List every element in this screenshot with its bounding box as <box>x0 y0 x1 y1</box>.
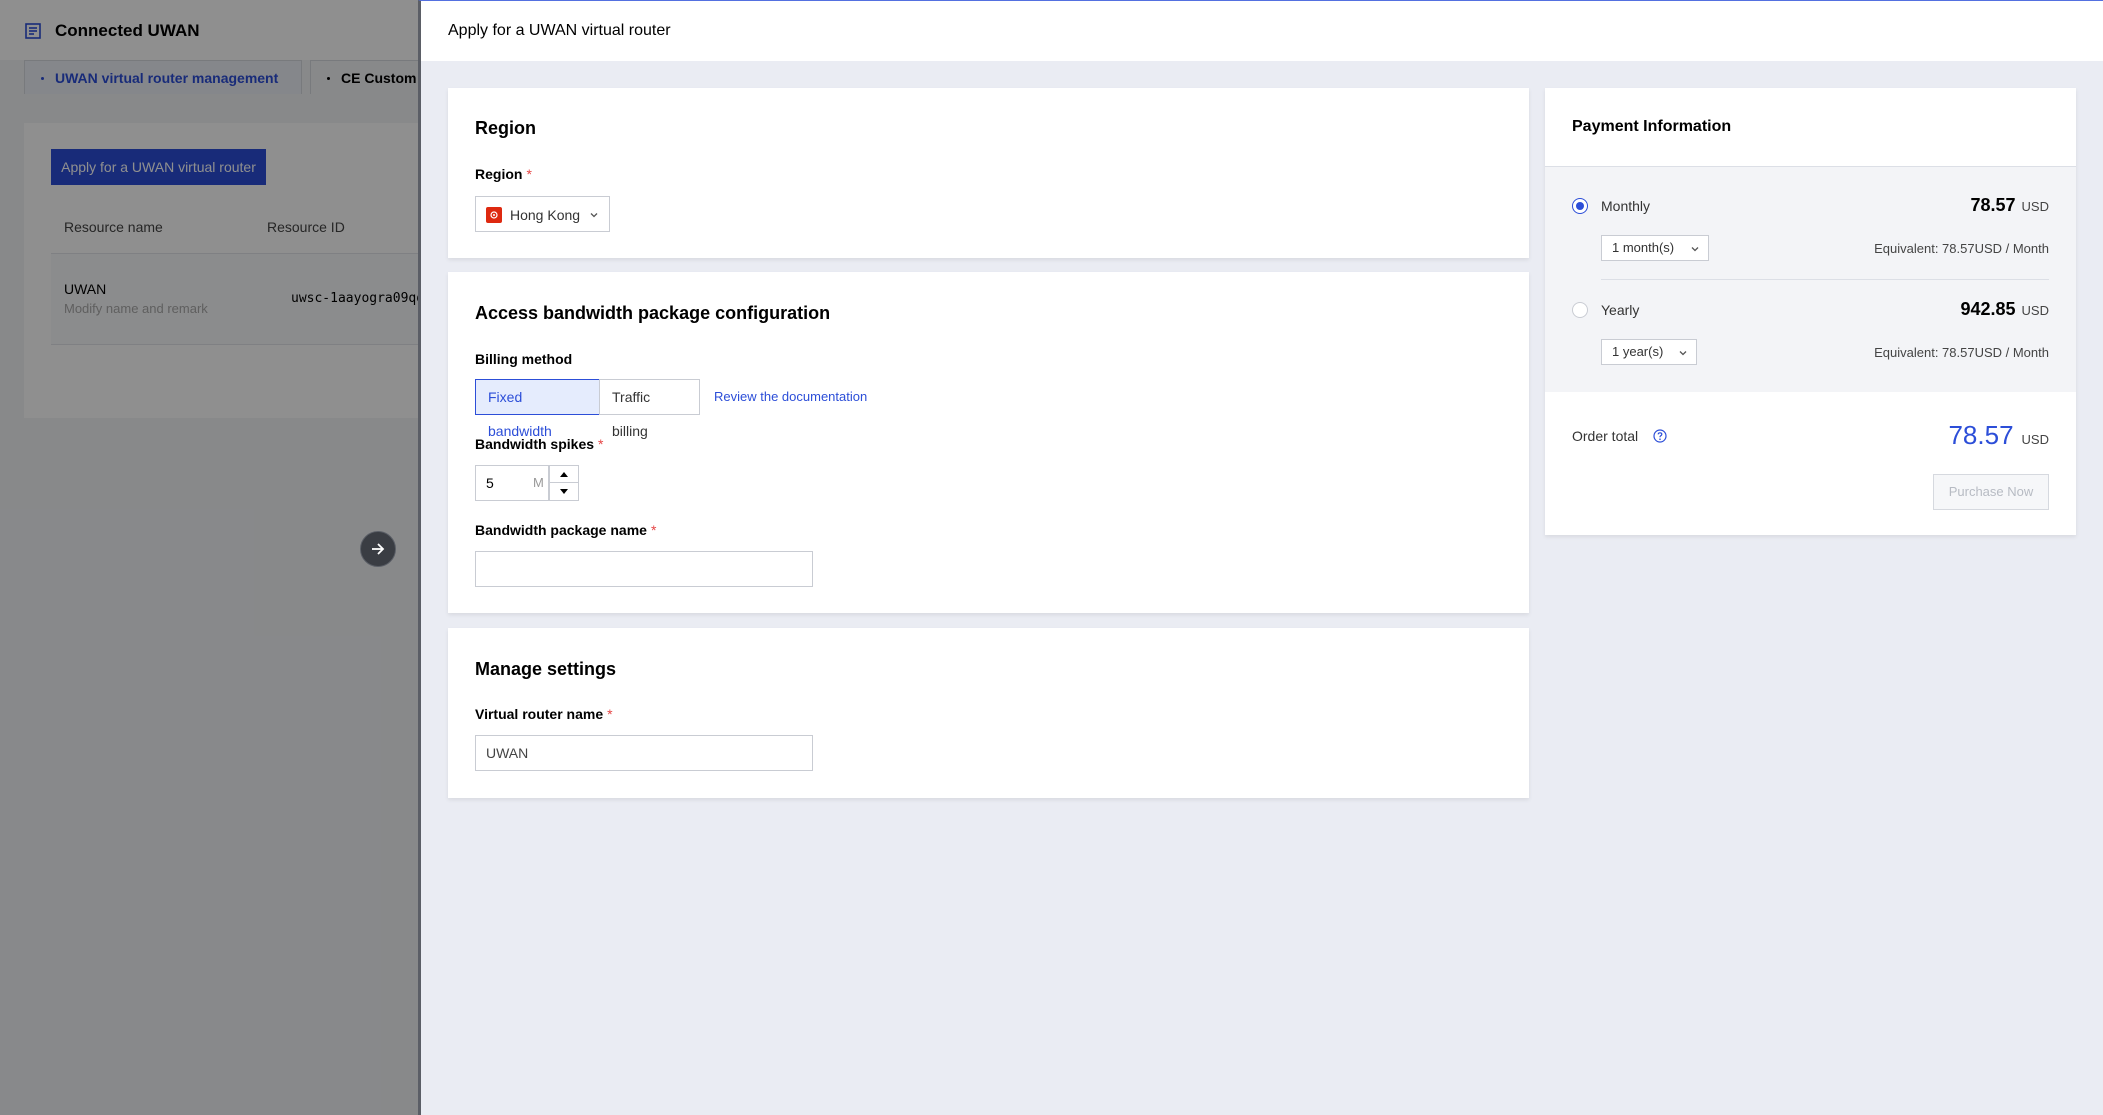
bandwidth-spikes-stepper <box>549 465 579 501</box>
region-select-value: Hong Kong <box>510 207 581 223</box>
bandwidth-spikes-label-text: Bandwidth spikes <box>475 436 595 452</box>
review-documentation-link[interactable]: Review the documentation <box>714 389 867 404</box>
package-name-input[interactable] <box>475 551 813 587</box>
monthly-currency: USD <box>2021 199 2049 214</box>
close-drawer-button[interactable] <box>360 531 396 567</box>
required-mark: * <box>607 706 613 722</box>
router-name-input[interactable]: UWAN <box>475 735 813 771</box>
bandwidth-heading: Access bandwidth package configuration <box>475 303 831 323</box>
bandwidth-spikes-unit: M <box>533 475 544 490</box>
arrow-right-icon <box>372 543 385 555</box>
yearly-price: 942.85 USD <box>1960 299 2049 320</box>
yearly-label: Yearly <box>1601 302 1640 318</box>
modal-backdrop[interactable] <box>0 0 420 1115</box>
yearly-duration-value: 1 year(s) <box>1612 344 1664 359</box>
yearly-currency: USD <box>2021 303 2049 318</box>
monthly-duration-select[interactable]: 1 month(s) <box>1601 235 1709 261</box>
order-total-label: Order total <box>1572 428 1639 444</box>
yearly-equivalent: Equivalent: 78.57USD / Month <box>1874 345 2049 360</box>
payment-card: Payment Information Monthly 78.57 USD 1 m… <box>1545 88 2076 535</box>
order-total-price: 78.57 USD <box>1948 420 2049 451</box>
monthly-equivalent: Equivalent: 78.57USD / Month <box>1874 241 2049 256</box>
region-select[interactable]: Hong Kong <box>475 196 610 232</box>
monthly-price-value: 78.57 <box>1970 195 2016 215</box>
decrement-button[interactable] <box>549 482 579 501</box>
region-label: Region * <box>475 166 532 182</box>
required-mark: * <box>598 436 604 452</box>
required-mark: * <box>526 166 532 182</box>
package-name-label: Bandwidth package name * <box>475 522 656 538</box>
caret-up-icon <box>560 472 568 477</box>
billing-fixed-bandwidth-option[interactable]: Fixed bandwidth <box>475 379 600 439</box>
chevron-down-icon <box>590 213 598 218</box>
required-mark: * <box>650 522 657 538</box>
manage-settings-panel: Manage settings Virtual router name * UWA… <box>448 628 1529 798</box>
bandwidth-spikes-label: Bandwidth spikes * <box>475 436 603 452</box>
monthly-duration-value: 1 month(s) <box>1612 240 1675 255</box>
manage-settings-heading: Manage settings <box>475 659 617 679</box>
yearly-duration-select[interactable]: 1 year(s) <box>1601 339 1697 365</box>
hk-flag-icon <box>486 207 502 223</box>
yearly-price-value: 942.85 <box>1960 299 2016 319</box>
billing-traffic-option[interactable]: Traffic billing <box>599 379 700 439</box>
payment-options: Monthly 78.57 USD 1 month(s) Equivalent: … <box>1545 166 2076 392</box>
region-heading: Region <box>475 118 536 138</box>
purchase-now-button[interactable]: Purchase Now <box>1933 474 2049 510</box>
apply-router-drawer: Apply for a UWAN virtual router Region R… <box>418 0 2103 1115</box>
region-label-text: Region <box>475 166 523 182</box>
monthly-radio[interactable] <box>1572 198 1588 214</box>
region-panel: Region Region * Hong Kong <box>448 88 1529 258</box>
drawer-header: Apply for a UWAN virtual router <box>421 1 2103 61</box>
payment-title: Payment Information <box>1572 118 1732 135</box>
bandwidth-panel: Access bandwidth package configuration B… <box>448 272 1529 613</box>
monthly-label: Monthly <box>1601 198 1651 214</box>
package-name-label-text: Bandwidth package name <box>475 522 647 538</box>
chevron-down-icon <box>1691 247 1699 252</box>
caret-down-icon <box>560 488 568 494</box>
order-total-value: 78.57 <box>1948 420 2014 450</box>
order-total-currency: USD <box>2021 432 2049 447</box>
bandwidth-spikes-value: 5 <box>486 475 494 491</box>
chevron-down-icon <box>1679 351 1687 356</box>
help-circle-icon[interactable] <box>1653 429 1667 443</box>
drawer-title: Apply for a UWAN virtual router <box>448 22 671 39</box>
router-name-label-text: Virtual router name <box>475 706 604 722</box>
billing-method-label: Billing method <box>475 351 573 367</box>
monthly-price: 78.57 USD <box>1971 195 2050 216</box>
bandwidth-spikes-input[interactable]: 5 M <box>475 465 549 501</box>
router-name-label: Virtual router name * <box>475 706 613 722</box>
increment-button[interactable] <box>549 465 579 483</box>
option-divider <box>1601 279 2049 280</box>
yearly-radio[interactable] <box>1572 302 1588 318</box>
